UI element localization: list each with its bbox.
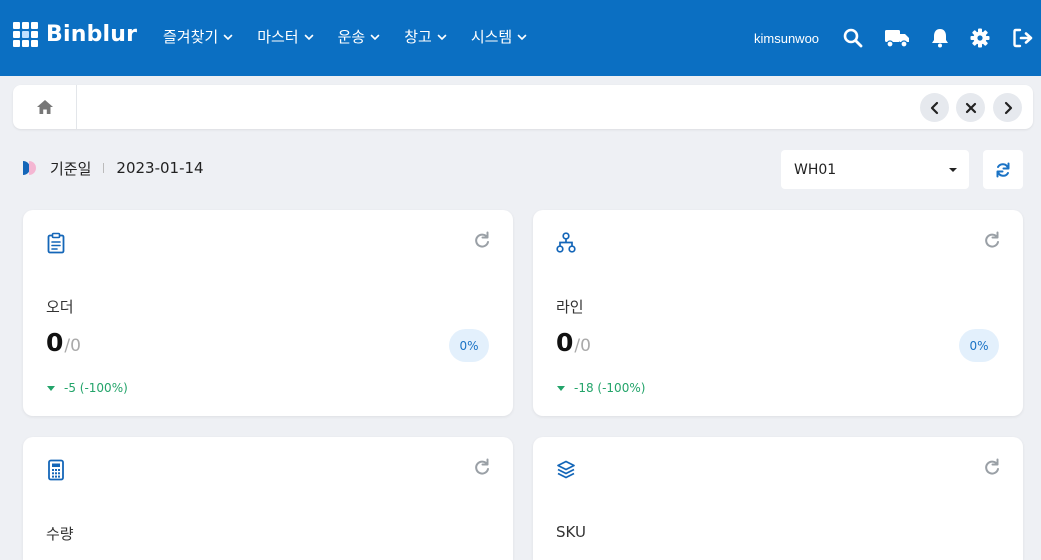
tab-close-button[interactable] xyxy=(956,93,985,122)
chevron-down-icon xyxy=(517,34,527,40)
home-icon xyxy=(36,100,53,114)
logo-text: Binblur xyxy=(46,22,138,47)
date-marker-icon xyxy=(23,161,36,175)
chevron-down-icon xyxy=(304,34,313,40)
nav-item-transport[interactable]: 운송 xyxy=(338,26,381,47)
nav-item-system[interactable]: 시스템 xyxy=(471,26,527,47)
nav-item-label: 운송 xyxy=(337,28,366,46)
card-label: SKU xyxy=(556,523,586,541)
caret-down-icon xyxy=(949,168,957,172)
logo[interactable]: Binblur xyxy=(13,22,137,47)
logout-icon[interactable] xyxy=(1012,27,1034,49)
warehouse-select[interactable]: WH01 xyxy=(781,150,969,189)
refresh-icon[interactable] xyxy=(983,231,1001,249)
nav-item-label: 마스터 xyxy=(257,28,299,46)
divider xyxy=(103,163,105,173)
date-filter: 기준일 2023-01-14 xyxy=(23,158,204,178)
tab-home[interactable] xyxy=(13,85,77,129)
nav-item-warehouse[interactable]: 창고 xyxy=(404,26,447,47)
card-total: /0 xyxy=(64,336,81,356)
percent-badge: 0% xyxy=(449,329,489,362)
sku-card: SKU xyxy=(533,437,1023,560)
refresh-icon[interactable] xyxy=(473,458,491,476)
caret-down-icon xyxy=(557,385,565,391)
percent-badge: 0% xyxy=(959,329,999,362)
nav-item-label: 즐겨찾기 xyxy=(163,28,219,46)
quantity-card: 수량 xyxy=(23,437,513,560)
warehouse-select-value: WH01 xyxy=(794,161,837,178)
logo-grid-icon xyxy=(13,22,38,47)
chevron-down-icon xyxy=(437,34,447,40)
chevron-left-icon xyxy=(930,101,938,114)
username[interactable]: kimsunwoo xyxy=(754,31,819,46)
chevron-down-icon xyxy=(370,34,380,40)
layers-icon xyxy=(557,460,575,479)
date-label: 기준일 xyxy=(50,159,92,178)
tab-next-button[interactable] xyxy=(993,93,1022,122)
refresh-icon[interactable] xyxy=(983,458,1001,476)
bell-icon[interactable] xyxy=(929,27,951,49)
hierarchy-icon xyxy=(556,232,576,253)
card-label: 라인 xyxy=(556,298,584,316)
clipboard-icon xyxy=(47,232,65,254)
calculator-icon xyxy=(48,459,64,481)
card-count: 0 xyxy=(556,328,574,357)
nav-item-label: 창고 xyxy=(404,28,432,46)
card-value: 0 /0 xyxy=(556,328,591,357)
card-label: 오더 xyxy=(46,298,74,316)
refresh-button[interactable] xyxy=(983,150,1023,189)
nav-item-favorites[interactable]: 즐겨찾기 xyxy=(163,26,233,47)
gear-icon[interactable] xyxy=(969,27,991,49)
close-icon xyxy=(965,102,976,113)
card-label: 수량 xyxy=(46,525,74,543)
delta-text: -5 (-100%) xyxy=(64,381,128,395)
refresh-icon xyxy=(996,162,1010,177)
delta-text: -18 (-100%) xyxy=(574,381,646,395)
nav-item-label: 시스템 xyxy=(470,28,513,46)
top-navbar: Binblur 즐겨찾기 마스터 운송 창고 시스템 kimsunwoo xyxy=(0,0,1041,76)
card-total: /0 xyxy=(574,336,591,356)
nav-item-master[interactable]: 마스터 xyxy=(257,26,313,47)
delta-indicator: -18 (-100%) xyxy=(557,381,645,395)
refresh-icon[interactable] xyxy=(473,231,491,249)
delta-indicator: -5 (-100%) xyxy=(47,381,128,395)
tab-prev-button[interactable] xyxy=(920,93,949,122)
chevron-right-icon xyxy=(1004,101,1012,114)
truck-icon[interactable] xyxy=(884,27,910,49)
order-card: 오더 0 /0 0% -5 (-100%) xyxy=(23,210,513,416)
card-count: 0 xyxy=(46,328,64,357)
search-icon[interactable] xyxy=(842,27,864,49)
tab-bar xyxy=(13,85,1033,129)
date-value[interactable]: 2023-01-14 xyxy=(116,159,203,177)
caret-down-icon xyxy=(47,385,55,391)
chevron-down-icon xyxy=(223,34,233,40)
card-value: 0 /0 xyxy=(46,328,81,357)
line-card: 라인 0 /0 0% -18 (-100%) xyxy=(533,210,1023,416)
main-nav: 즐겨찾기 마스터 운송 창고 시스템 xyxy=(163,26,551,47)
